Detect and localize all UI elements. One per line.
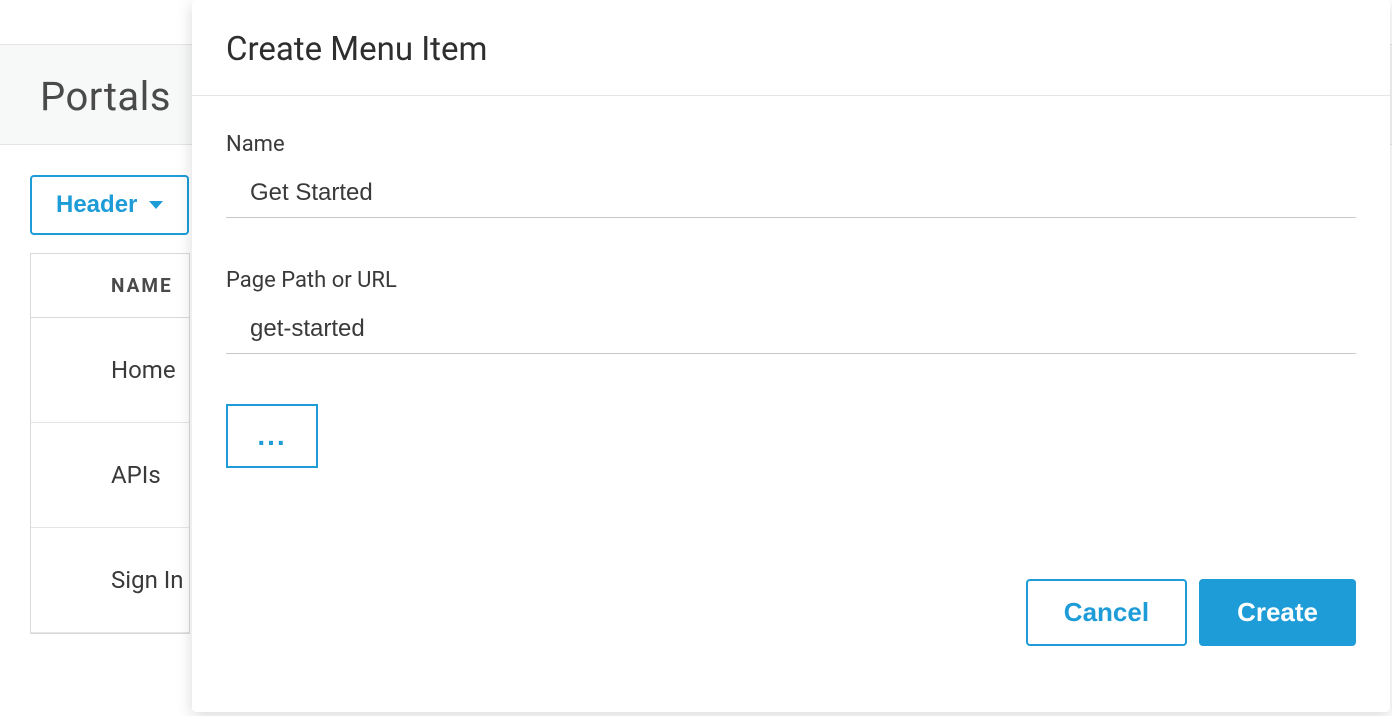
- table-row[interactable]: APIs: [31, 423, 189, 528]
- form-group-name: Name: [226, 132, 1356, 218]
- path-input[interactable]: [226, 307, 1356, 354]
- menu-table: NAME Home APIs Sign In: [30, 253, 190, 634]
- caret-down-icon: [149, 201, 163, 209]
- create-button[interactable]: Create: [1199, 579, 1356, 646]
- name-label: Name: [226, 132, 1356, 157]
- cancel-button[interactable]: Cancel: [1026, 579, 1187, 646]
- row-label: Home: [111, 356, 176, 384]
- header-dropdown-label: Header: [56, 191, 137, 219]
- form-group-path: Page Path or URL: [226, 268, 1356, 354]
- modal-body: Name Page Path or URL ...: [192, 96, 1390, 579]
- name-input[interactable]: [226, 171, 1356, 218]
- modal-footer: Cancel Create: [192, 579, 1390, 712]
- header-dropdown-button[interactable]: Header: [30, 175, 189, 235]
- more-actions-button[interactable]: ...: [226, 404, 318, 468]
- row-label: Sign In: [111, 566, 184, 594]
- table-row[interactable]: Sign In: [31, 528, 189, 633]
- row-label: APIs: [111, 461, 161, 489]
- ellipsis-icon: ...: [257, 420, 286, 452]
- path-label: Page Path or URL: [226, 268, 1356, 293]
- create-menu-item-modal: Create Menu Item Name Page Path or URL .…: [192, 0, 1390, 712]
- modal-title: Create Menu Item: [226, 30, 1356, 69]
- modal-header: Create Menu Item: [192, 0, 1390, 96]
- table-row[interactable]: Home: [31, 318, 189, 423]
- table-column-header: NAME: [31, 254, 189, 318]
